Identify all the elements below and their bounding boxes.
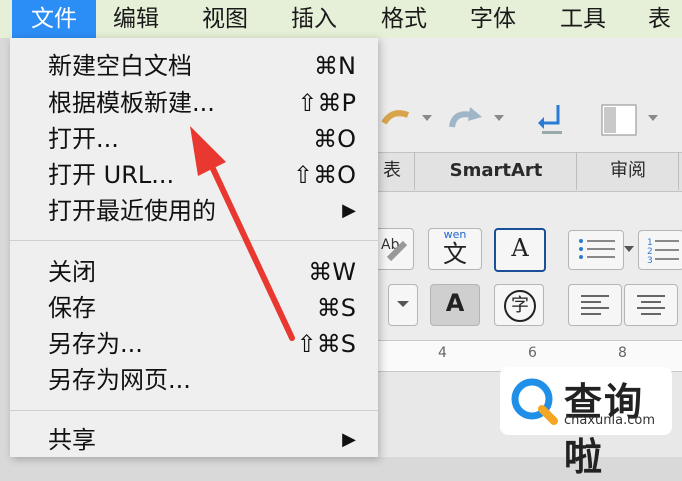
file-menu-dropdown: 新建空白文档 ⌘N 根据模板新建... ⇧⌘P 打开... ⌘O 打开 URL.… bbox=[10, 38, 378, 457]
align-center-icon[interactable] bbox=[624, 284, 678, 326]
menu-item-open[interactable]: 打开... ⌘O bbox=[10, 121, 378, 157]
submenu-arrow-icon: ▶ bbox=[342, 200, 356, 221]
standard-toolbar bbox=[378, 95, 682, 145]
shortcut-label: ⌘O bbox=[313, 125, 356, 153]
highlight-dropdown-icon[interactable] bbox=[388, 284, 418, 326]
menu-item-save-as[interactable]: 另存为... ⇧⌘S bbox=[10, 326, 378, 362]
menu-separator bbox=[10, 410, 378, 411]
phonetic-guide-button[interactable]: wen 文 bbox=[428, 228, 482, 270]
numbered-list-icon[interactable]: 123 bbox=[638, 230, 682, 270]
shortcut-label: ⌘W bbox=[308, 258, 356, 286]
svg-text:3: 3 bbox=[647, 256, 653, 266]
enclose-characters-button[interactable]: 字 bbox=[494, 284, 544, 326]
submenu-arrow-icon: ▶ bbox=[342, 429, 356, 450]
menu-tools[interactable]: 工具 bbox=[560, 0, 606, 38]
watermark-url: chaxunla.com bbox=[564, 413, 655, 428]
paragraph-mark-icon[interactable] bbox=[538, 101, 568, 139]
menu-item-save-as-web-page[interactable]: 另存为网页... bbox=[10, 362, 378, 398]
ruler-mark: 6 bbox=[528, 345, 537, 361]
shortcut-label: ⇧⌘O bbox=[293, 161, 356, 189]
menu-item-close[interactable]: 关闭 ⌘W bbox=[10, 254, 378, 290]
menu-separator bbox=[10, 240, 378, 241]
logo-magnifier-icon bbox=[511, 378, 558, 425]
dropdown-arrow-icon[interactable] bbox=[422, 113, 432, 123]
menu-font[interactable]: 字体 bbox=[470, 0, 516, 38]
menu-item-save[interactable]: 保存 ⌘S bbox=[10, 290, 378, 326]
dropdown-arrow-icon[interactable] bbox=[494, 113, 504, 123]
menu-table[interactable]: 表格 bbox=[648, 0, 682, 70]
menu-item-open-url[interactable]: 打开 URL... ⇧⌘O bbox=[10, 157, 378, 193]
tab-smartart[interactable]: SmartArt bbox=[416, 152, 577, 190]
enclosed-char: 字 bbox=[504, 290, 536, 322]
tab-review[interactable]: 审阅 bbox=[578, 152, 679, 190]
character-shading-button[interactable]: A bbox=[430, 284, 480, 326]
align-left-icon[interactable] bbox=[568, 284, 622, 326]
menu-file[interactable]: 文件 bbox=[12, 0, 96, 38]
redo-icon[interactable] bbox=[444, 103, 488, 137]
undo-icon[interactable] bbox=[378, 103, 418, 137]
menu-item-new-blank[interactable]: 新建空白文档 ⌘N bbox=[10, 48, 378, 84]
menu-item-open-recent[interactable]: 打开最近使用的 ▶ bbox=[10, 193, 378, 229]
ruler-mark: 4 bbox=[438, 345, 447, 361]
phonetic-char: 文 bbox=[443, 240, 467, 268]
menu-insert[interactable]: 插入 bbox=[291, 0, 337, 38]
menu-edit[interactable]: 编辑 bbox=[113, 0, 159, 38]
ruler-mark: 8 bbox=[618, 345, 627, 361]
menu-format[interactable]: 格式 bbox=[381, 0, 427, 38]
dropdown-arrow-icon[interactable] bbox=[624, 244, 634, 254]
sidebar-toggle-icon[interactable] bbox=[600, 101, 640, 139]
bullet-list-icon[interactable] bbox=[568, 230, 624, 270]
character-border-button[interactable]: A bbox=[494, 228, 546, 272]
menu-bar: 文件 编辑 视图 插入 格式 字体 工具 表格 bbox=[0, 0, 682, 70]
shortcut-label: ⇧⌘S bbox=[296, 330, 356, 358]
shortcut-label: ⌘N bbox=[314, 52, 356, 80]
dropdown-arrow-icon[interactable] bbox=[648, 113, 658, 123]
shortcut-label: ⌘S bbox=[316, 294, 356, 322]
shortcut-label: ⇧⌘P bbox=[297, 89, 356, 117]
watermark-logo: 查询啦 chaxunla.com bbox=[500, 367, 672, 479]
menu-item-share[interactable]: 共享 ▶ bbox=[10, 422, 378, 458]
spellcheck-icon[interactable]: Ab bbox=[372, 228, 414, 270]
menu-view[interactable]: 视图 bbox=[202, 0, 248, 38]
menu-item-new-from-template[interactable]: 根据模板新建... ⇧⌘P bbox=[10, 85, 378, 121]
